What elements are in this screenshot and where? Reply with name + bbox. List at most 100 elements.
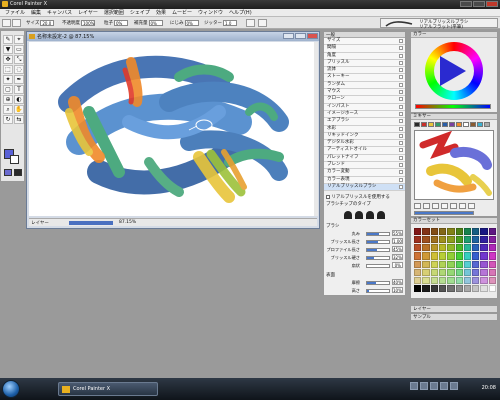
color-set-swatch[interactable] bbox=[430, 268, 438, 276]
color-set-swatch[interactable] bbox=[447, 268, 455, 276]
color-set-swatch[interactable] bbox=[472, 236, 480, 244]
vertical-scrollbar[interactable] bbox=[314, 42, 318, 216]
color-set-swatch[interactable] bbox=[430, 236, 438, 244]
color-set-swatch[interactable] bbox=[438, 268, 447, 276]
doc-minimize-button[interactable] bbox=[283, 33, 294, 39]
tray-icon[interactable] bbox=[450, 382, 458, 390]
brush-cat-airbrush[interactable]: エアブラシ bbox=[324, 118, 405, 126]
checkbox[interactable] bbox=[399, 170, 403, 175]
color-set-swatch[interactable] bbox=[455, 244, 463, 252]
doc-maximize-button[interactable] bbox=[295, 33, 306, 39]
color-set-swatch[interactable] bbox=[422, 244, 430, 252]
slider-value-input[interactable]: 1.00 bbox=[392, 238, 403, 244]
color-set-swatch[interactable] bbox=[472, 276, 480, 284]
tray-icon[interactable] bbox=[420, 382, 428, 390]
color-set-swatch[interactable] bbox=[414, 228, 422, 236]
stroke-icon[interactable] bbox=[246, 19, 255, 27]
checkbox[interactable] bbox=[399, 53, 403, 58]
jitter-input[interactable]: 1.0 bbox=[223, 20, 237, 26]
color-set-swatch[interactable] bbox=[430, 260, 438, 268]
brush-cat-color-variability[interactable]: カラー変動 bbox=[324, 169, 405, 177]
mixer-clear-icon[interactable] bbox=[468, 203, 475, 209]
brush-cat-color-expression[interactable]: カラー表現 bbox=[324, 176, 405, 184]
brush-cat-impasto[interactable]: インパスト bbox=[324, 103, 405, 111]
color-set-swatch[interactable] bbox=[480, 284, 488, 292]
mixer-swatch[interactable] bbox=[435, 122, 441, 127]
checkbox[interactable] bbox=[399, 46, 403, 51]
slider-track[interactable] bbox=[366, 240, 390, 244]
color-set-swatch[interactable] bbox=[414, 260, 422, 268]
slider-value-input[interactable]: 40% bbox=[392, 279, 403, 285]
horizontal-scrollbar[interactable] bbox=[69, 221, 113, 225]
size-input[interactable]: 20.0 bbox=[40, 20, 55, 26]
brush-cat-palette-knife[interactable]: パレットナイフ bbox=[324, 154, 405, 163]
color-info-bar[interactable] bbox=[415, 104, 491, 109]
color-set-swatch[interactable] bbox=[422, 228, 430, 236]
color-set-swatch[interactable] bbox=[472, 260, 480, 268]
color-set-swatch[interactable] bbox=[488, 252, 496, 260]
color-set-swatch[interactable] bbox=[430, 228, 438, 236]
menu-help[interactable]: ヘルプ(H) bbox=[226, 9, 255, 16]
checkbox[interactable] bbox=[399, 104, 403, 109]
color-set-swatch[interactable] bbox=[480, 276, 488, 284]
mixer-sample-color-icon[interactable] bbox=[441, 203, 448, 209]
mixer-swatch[interactable] bbox=[421, 122, 427, 127]
tray-icon[interactable] bbox=[430, 382, 438, 390]
bleed-input[interactable]: 0% bbox=[184, 20, 199, 26]
start-button[interactable] bbox=[2, 380, 20, 398]
color-set-swatch[interactable] bbox=[422, 276, 430, 284]
color-set-swatch[interactable] bbox=[422, 260, 430, 268]
pen-icon[interactable]: ✒ bbox=[14, 75, 24, 84]
tray-icon[interactable] bbox=[440, 382, 448, 390]
dodge-icon[interactable]: ◐ bbox=[14, 95, 24, 104]
slider-track[interactable] bbox=[366, 256, 390, 260]
brush-tool-icon[interactable] bbox=[2, 19, 11, 27]
color-set-swatch[interactable] bbox=[480, 236, 488, 244]
checkbox[interactable] bbox=[399, 68, 403, 73]
painting-canvas[interactable] bbox=[29, 42, 317, 216]
color-set-swatch[interactable] bbox=[463, 260, 472, 268]
pattern-selector-icon[interactable] bbox=[14, 169, 22, 176]
color-set-swatch[interactable] bbox=[438, 236, 447, 244]
color-set-swatch[interactable] bbox=[438, 252, 447, 260]
color-set-swatch[interactable] bbox=[488, 260, 496, 268]
color-set-panel-header[interactable]: カラーセット bbox=[411, 218, 497, 224]
brush-cat-bristle[interactable]: ブリッスル bbox=[324, 59, 405, 68]
brush-cat-clone[interactable]: クローン bbox=[324, 96, 405, 104]
color-set-swatch[interactable] bbox=[472, 252, 480, 260]
color-set-swatch[interactable] bbox=[430, 244, 438, 252]
color-set-swatch[interactable] bbox=[447, 284, 455, 292]
brush-cat-random[interactable]: ランダム bbox=[324, 81, 405, 90]
checkbox[interactable] bbox=[399, 39, 403, 43]
brush-cat-spacing[interactable]: 間隔 bbox=[324, 45, 405, 53]
color-set-swatch[interactable] bbox=[480, 260, 488, 268]
color-set-grid[interactable] bbox=[414, 228, 496, 292]
menu-canvas[interactable]: キャンバス bbox=[44, 9, 75, 16]
color-wheel[interactable] bbox=[425, 42, 483, 100]
magnifier-icon[interactable]: ⌕ bbox=[3, 105, 13, 114]
color-set-swatch[interactable] bbox=[488, 268, 496, 276]
grain-input[interactable]: 0% bbox=[114, 20, 128, 26]
color-set-swatch[interactable] bbox=[422, 252, 430, 260]
color-set-swatch[interactable] bbox=[463, 236, 472, 244]
checkbox[interactable] bbox=[399, 141, 403, 146]
slider-track[interactable] bbox=[366, 232, 390, 236]
color-set-swatch[interactable] bbox=[463, 252, 472, 260]
color-set-swatch[interactable] bbox=[447, 228, 455, 236]
menu-window[interactable]: ウィンドウ bbox=[195, 9, 226, 16]
opacity-input[interactable]: 100% bbox=[81, 20, 95, 26]
color-set-swatch[interactable] bbox=[463, 228, 472, 236]
color-set-swatch[interactable] bbox=[480, 252, 488, 260]
checkbox[interactable] bbox=[399, 148, 403, 153]
text-icon[interactable]: T bbox=[14, 85, 24, 94]
mixer-swatch[interactable] bbox=[428, 122, 434, 127]
tip-shape-filbert-icon[interactable] bbox=[366, 211, 374, 219]
checkbox[interactable] bbox=[399, 90, 403, 95]
color-set-swatch[interactable] bbox=[488, 276, 496, 284]
enable-real-bristle-checkbox[interactable] bbox=[326, 194, 330, 199]
slider-track[interactable] bbox=[366, 281, 390, 285]
menu-effects[interactable]: 効果 bbox=[153, 9, 169, 16]
mixer-swatch[interactable] bbox=[456, 122, 462, 127]
color-set-swatch[interactable] bbox=[455, 236, 463, 244]
color-set-swatch[interactable] bbox=[463, 268, 472, 276]
